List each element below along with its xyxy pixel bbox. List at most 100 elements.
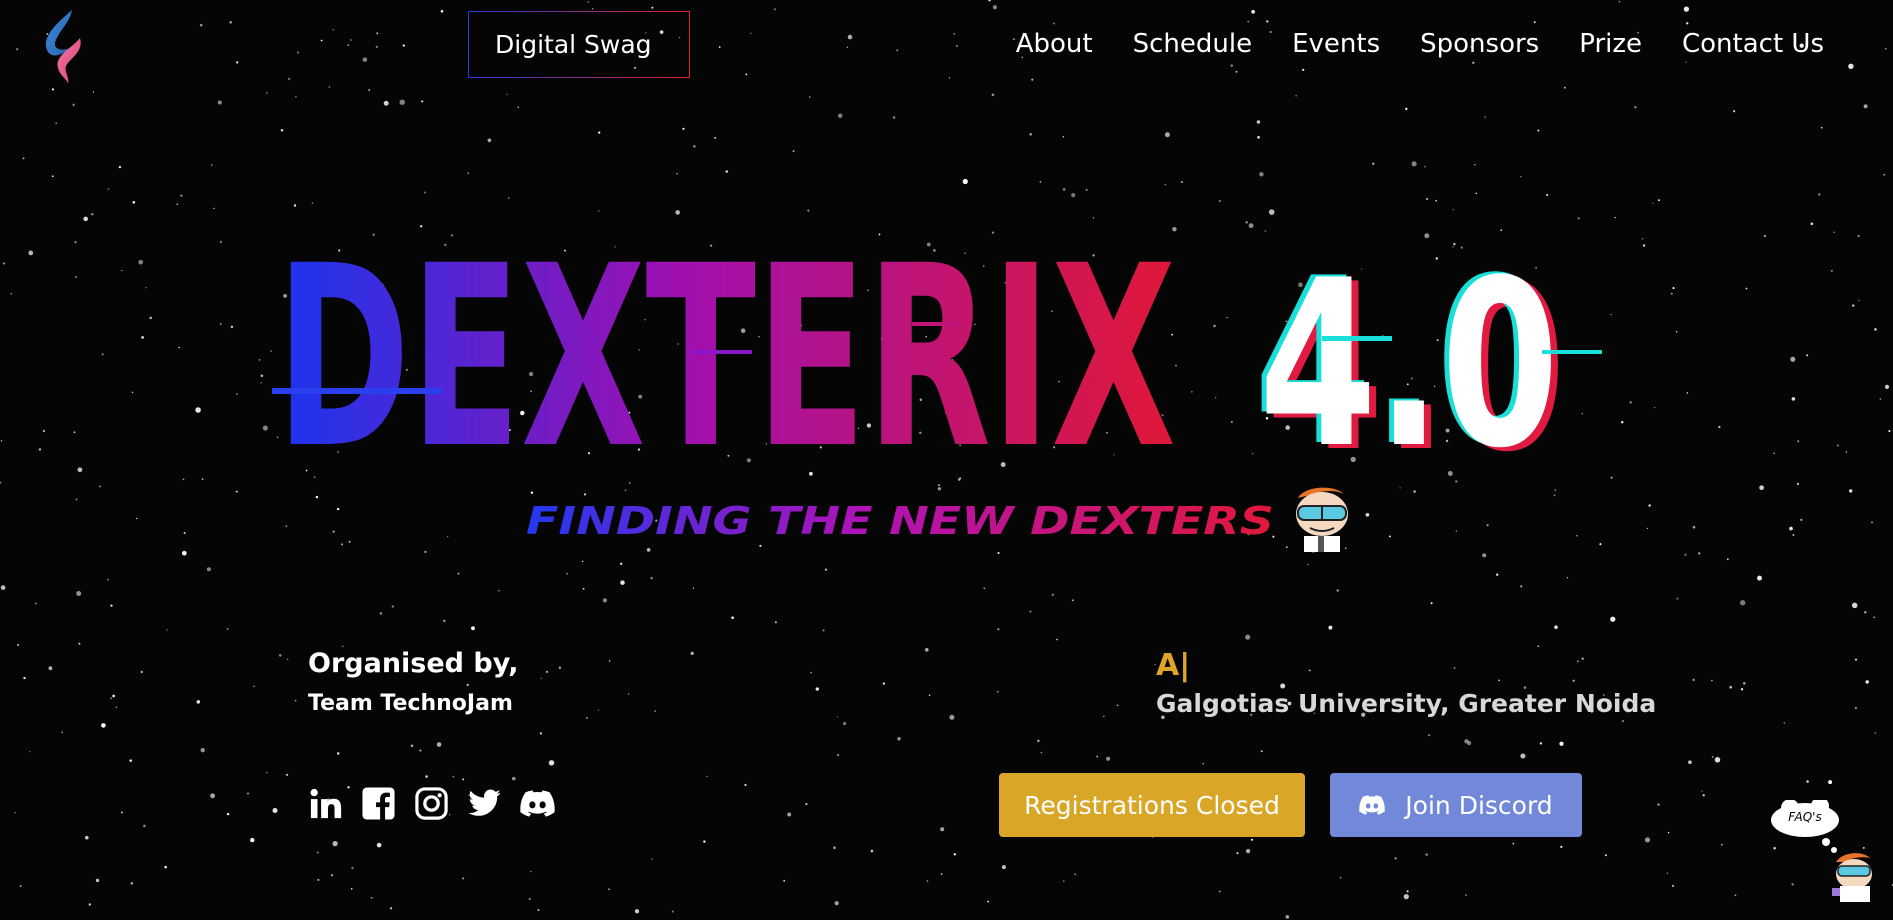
star bbox=[824, 568, 828, 571]
star bbox=[447, 536, 449, 538]
star bbox=[1474, 164, 1476, 166]
star bbox=[16, 48, 19, 51]
star bbox=[1546, 194, 1549, 196]
star bbox=[391, 605, 395, 608]
star bbox=[587, 1, 590, 3]
star bbox=[226, 812, 230, 816]
star bbox=[1854, 706, 1857, 709]
star bbox=[1259, 172, 1264, 177]
star bbox=[1307, 563, 1309, 566]
star bbox=[376, 32, 379, 35]
star bbox=[195, 407, 201, 413]
star bbox=[837, 113, 843, 118]
star bbox=[654, 710, 656, 712]
star bbox=[1452, 209, 1454, 211]
discord-logo-icon bbox=[1359, 795, 1386, 815]
star bbox=[1465, 894, 1467, 896]
organiser-label: Organised by, bbox=[308, 648, 519, 679]
star bbox=[1106, 756, 1111, 761]
star bbox=[846, 46, 849, 49]
star bbox=[419, 749, 422, 752]
nav-schedule[interactable]: Schedule bbox=[1133, 24, 1252, 64]
star bbox=[1164, 183, 1166, 186]
join-discord-button[interactable]: Join Discord bbox=[1330, 773, 1582, 837]
nav-contact-us[interactable]: Contact Us bbox=[1682, 24, 1824, 64]
nav-about[interactable]: About bbox=[1016, 24, 1093, 64]
star bbox=[1062, 880, 1065, 882]
star bbox=[176, 203, 178, 205]
discord-icon[interactable] bbox=[520, 786, 555, 821]
star bbox=[3, 262, 5, 265]
star bbox=[293, 204, 297, 207]
star bbox=[462, 877, 465, 880]
star bbox=[1230, 64, 1233, 67]
star bbox=[1453, 666, 1456, 669]
star bbox=[1336, 589, 1339, 592]
star bbox=[1836, 444, 1839, 447]
star bbox=[1684, 553, 1687, 556]
star bbox=[28, 250, 34, 256]
star bbox=[892, 116, 896, 119]
star bbox=[1537, 645, 1539, 647]
star bbox=[1672, 884, 1674, 887]
star bbox=[73, 431, 76, 434]
star bbox=[368, 89, 371, 91]
star bbox=[74, 241, 77, 244]
nav-sponsors[interactable]: Sponsors bbox=[1420, 24, 1539, 64]
star bbox=[260, 374, 264, 377]
technojam-logo-icon[interactable] bbox=[36, 8, 92, 86]
nav-prize[interactable]: Prize bbox=[1579, 24, 1642, 64]
star bbox=[180, 194, 183, 197]
star bbox=[55, 122, 58, 125]
main-nav: About Schedule Events Sponsors Prize Con… bbox=[976, 24, 1824, 64]
star bbox=[1496, 573, 1499, 576]
star bbox=[1029, 133, 1032, 136]
instagram-icon[interactable] bbox=[414, 786, 449, 821]
star bbox=[1806, 780, 1809, 783]
star bbox=[953, 853, 957, 856]
star bbox=[266, 92, 268, 94]
social-links bbox=[308, 786, 555, 821]
star bbox=[1667, 831, 1670, 834]
star bbox=[1686, 392, 1689, 394]
star bbox=[336, 507, 340, 511]
faq-button[interactable]: FAQ's bbox=[1770, 800, 1886, 902]
star bbox=[1796, 482, 1799, 485]
star bbox=[953, 32, 956, 35]
star bbox=[1092, 217, 1095, 219]
star bbox=[690, 651, 694, 656]
star bbox=[328, 86, 331, 88]
star bbox=[136, 517, 138, 520]
digital-swag-button[interactable]: Digital Swag bbox=[468, 11, 690, 78]
star bbox=[118, 165, 122, 169]
star bbox=[420, 225, 423, 228]
star bbox=[92, 91, 95, 93]
star bbox=[402, 44, 405, 47]
star bbox=[1599, 543, 1602, 546]
star bbox=[1714, 757, 1721, 763]
star bbox=[1403, 893, 1409, 900]
star bbox=[896, 49, 898, 52]
star bbox=[1430, 602, 1433, 605]
star bbox=[410, 744, 414, 748]
star bbox=[278, 654, 282, 657]
star bbox=[512, 776, 516, 781]
star bbox=[141, 336, 144, 339]
linkedin-icon[interactable] bbox=[308, 786, 343, 821]
star bbox=[206, 567, 211, 572]
star bbox=[452, 775, 455, 778]
nav-events[interactable]: Events bbox=[1292, 24, 1380, 64]
registrations-closed-button[interactable]: Registrations Closed bbox=[999, 773, 1305, 837]
facebook-icon[interactable] bbox=[361, 786, 396, 821]
star bbox=[651, 6, 654, 9]
twitter-icon[interactable] bbox=[467, 786, 502, 821]
star bbox=[1879, 398, 1882, 400]
star bbox=[350, 887, 353, 890]
star bbox=[1675, 330, 1678, 333]
star bbox=[725, 170, 729, 173]
star bbox=[101, 353, 104, 356]
star bbox=[997, 628, 1000, 631]
star bbox=[837, 716, 839, 718]
star bbox=[341, 543, 344, 546]
star bbox=[1657, 199, 1660, 202]
